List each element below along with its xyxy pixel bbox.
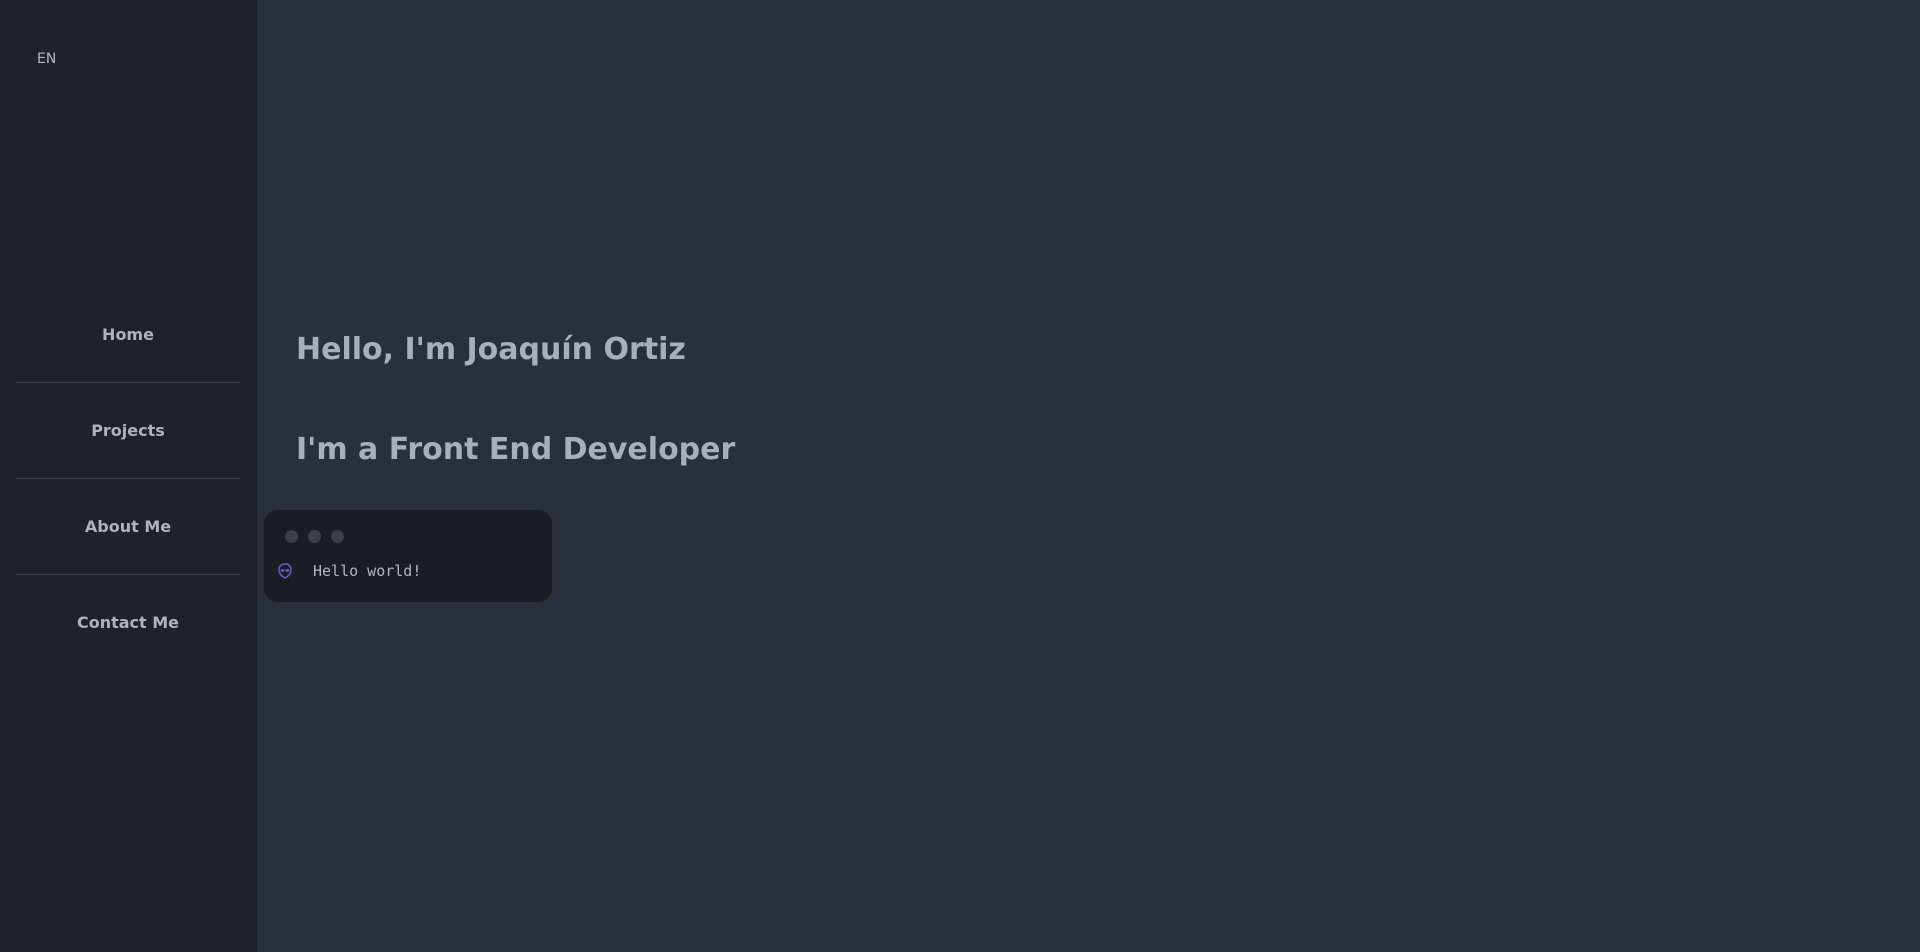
sidebar: EN Home Projects About Me Contact Me [0, 0, 257, 952]
terminal-window: Hello world! [264, 510, 552, 602]
nav-item-home[interactable]: Home [16, 287, 240, 382]
hero-role: I'm a Front End Developer [296, 432, 736, 467]
window-dot [308, 530, 321, 543]
nav-item-projects[interactable]: Projects [16, 383, 240, 478]
nav-item-contact-me[interactable]: Contact Me [16, 575, 240, 670]
terminal-window-controls [285, 530, 344, 543]
nav-item-about-me[interactable]: About Me [16, 479, 240, 574]
nav-menu: Home Projects About Me Contact Me [16, 287, 240, 670]
hero-greeting: Hello, I'm Joaquín Ortiz [296, 332, 686, 367]
terminal-output: Hello world! [313, 562, 422, 580]
alien-icon [276, 562, 294, 580]
window-dot [285, 530, 298, 543]
window-dot [331, 530, 344, 543]
language-selector[interactable]: EN [37, 51, 56, 67]
